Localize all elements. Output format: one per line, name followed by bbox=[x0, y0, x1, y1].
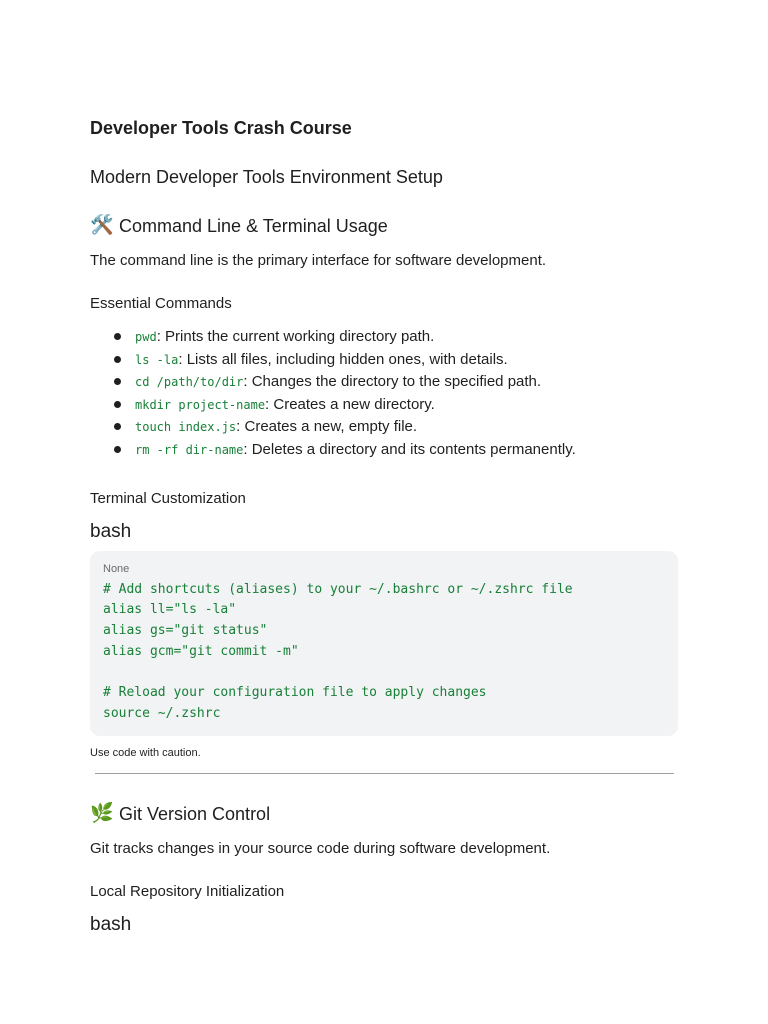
inline-code: cd /path/to/dir bbox=[135, 375, 244, 390]
page-subtitle: Modern Developer Tools Environment Setup bbox=[90, 167, 443, 187]
code-line: alias gcm="git commit -m" bbox=[103, 643, 299, 659]
code-block[interactable]: None # Add shortcuts (aliases) to your ~… bbox=[90, 550, 678, 737]
list-item: touch index.js: Creates a new, empty fil… bbox=[90, 416, 680, 439]
subheading-essential-commands: Essential Commands bbox=[90, 295, 232, 312]
code-line: # Reload your configuration file to appl… bbox=[103, 685, 487, 701]
inline-code: touch index.js bbox=[135, 420, 237, 435]
hammer-and-wrench-icon: 🛠️ bbox=[90, 215, 114, 236]
list-item-desc: : Prints the current working directory p… bbox=[156, 328, 435, 345]
subheading-local-repository: Local Repository Initialization bbox=[90, 883, 285, 901]
list-item: ls -la: Lists all files, including hidde… bbox=[90, 349, 680, 372]
code-line: source ~/.zshrc bbox=[103, 705, 221, 721]
list-item-desc: : Deletes a directory and its contents p… bbox=[243, 440, 576, 458]
inline-code: pwd bbox=[135, 330, 157, 344]
list-item: rm -rf dir-name: Deletes a directory and… bbox=[90, 439, 680, 462]
section-heading-text: Git Version Control bbox=[119, 804, 271, 825]
command-list: pwd: Prints the current working director… bbox=[90, 326, 680, 462]
section-intro: The command line is the primary interfac… bbox=[90, 252, 547, 269]
document-body: Developer Tools Crash Course Modern Deve… bbox=[90, 116, 680, 938]
section-divider bbox=[95, 773, 674, 775]
list-item: mkdir project-name: Creates a new direct… bbox=[90, 394, 680, 417]
code-line: alias ll="ls -la" bbox=[103, 602, 237, 618]
code-line: # Add shortcuts (aliases) to your ~/.bas… bbox=[103, 581, 573, 597]
section-intro: Git tracks changes in your source code d… bbox=[90, 840, 551, 858]
list-item-desc: : Creates a new directory. bbox=[265, 395, 435, 413]
herb-icon: 🌿 bbox=[90, 803, 114, 825]
code-block-language-tag: None bbox=[103, 562, 130, 575]
inline-code: rm -rf dir-name bbox=[135, 442, 244, 457]
list-item-desc: : Creates a new, empty file. bbox=[236, 418, 418, 436]
code-line: alias gs="git status" bbox=[103, 622, 268, 638]
inline-code: ls -la bbox=[135, 352, 179, 367]
code-language-label: bash bbox=[90, 914, 132, 936]
code-caution-note: Use code with caution. bbox=[90, 747, 201, 760]
subheading-terminal-customization: Terminal Customization bbox=[90, 489, 246, 507]
section-heading-git: 🌿 Git Version Control bbox=[90, 802, 680, 826]
list-item-desc: : Lists all files, including hidden ones… bbox=[178, 350, 508, 368]
section-heading-text: Command Line & Terminal Usage bbox=[119, 216, 388, 236]
inline-code: mkdir project-name bbox=[135, 397, 266, 412]
code-block-content[interactable]: # Add shortcuts (aliases) to your ~/.bas… bbox=[103, 580, 665, 725]
code-language-label: bash bbox=[90, 520, 132, 542]
list-item: cd /path/to/dir: Changes the directory t… bbox=[90, 371, 680, 394]
list-item-desc: : Changes the directory to the specified… bbox=[243, 373, 542, 391]
page-title: Developer Tools Crash Course bbox=[90, 118, 352, 138]
list-item: pwd: Prints the current working director… bbox=[90, 326, 680, 349]
section-heading-cli: 🛠️ Command Line & Terminal Usage bbox=[90, 214, 680, 238]
